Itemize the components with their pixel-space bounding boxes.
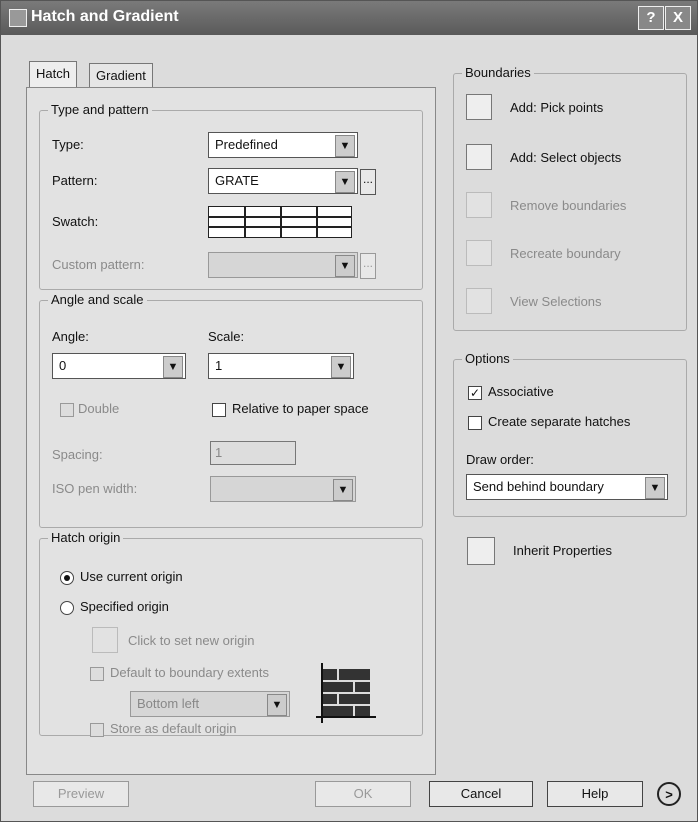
- pattern-dropdown[interactable]: GRATE ▼: [208, 168, 358, 194]
- custom-pattern-browse-button[interactable]: ...: [360, 253, 376, 279]
- boundaries-group: Boundaries Add: Pick points Add: Select …: [453, 65, 687, 331]
- inherit-properties-label[interactable]: Inherit Properties: [513, 543, 612, 558]
- hatch-tab-panel: Type and pattern Type: Predefined ▼ Patt…: [26, 87, 436, 775]
- specified-origin-radio[interactable]: [60, 601, 74, 615]
- associative-label: Associative: [488, 384, 554, 399]
- default-extents-checkbox[interactable]: [90, 667, 104, 681]
- chevron-down-icon: ▼: [163, 356, 183, 378]
- store-default-label: Store as default origin: [110, 721, 237, 736]
- recreate-boundary-label[interactable]: Recreate boundary: [510, 246, 621, 261]
- origin-preview-icon: [316, 663, 376, 723]
- more-options-icon[interactable]: >: [657, 782, 681, 806]
- associative-checkbox[interactable]: ✓: [468, 386, 482, 400]
- draw-order-label: Draw order:: [466, 452, 534, 467]
- draw-order-dropdown[interactable]: Send behind boundary ▼: [466, 474, 668, 500]
- tab-gradient[interactable]: Gradient: [89, 63, 153, 88]
- help-title-button[interactable]: ?: [638, 6, 664, 30]
- chevron-down-icon: ▼: [335, 135, 355, 157]
- angle-scale-group: Angle and scale Angle: 0 ▼ Scale: 1 ▼ Do…: [39, 292, 423, 528]
- spacing-input[interactable]: 1: [210, 441, 296, 465]
- scale-dropdown[interactable]: 1 ▼: [208, 353, 354, 379]
- iso-pen-dropdown[interactable]: ▼: [210, 476, 356, 502]
- grate-pattern-icon: [209, 207, 351, 237]
- swatch-label: Swatch:: [52, 214, 99, 229]
- cancel-button[interactable]: Cancel: [429, 781, 533, 807]
- hatch-origin-title: Hatch origin: [48, 530, 124, 545]
- pattern-value: GRATE: [215, 173, 259, 188]
- inherit-properties-icon[interactable]: [467, 537, 495, 565]
- click-set-origin-label: Click to set new origin: [128, 633, 255, 648]
- chevron-down-icon: ▼: [267, 694, 287, 716]
- angle-dropdown[interactable]: 0 ▼: [52, 353, 186, 379]
- relative-paper-checkbox[interactable]: [212, 403, 226, 417]
- separate-hatches-checkbox[interactable]: [468, 416, 482, 430]
- relative-paper-label: Relative to paper space: [232, 401, 369, 416]
- store-default-checkbox[interactable]: [90, 723, 104, 737]
- options-group: Options ✓ Associative Create separate ha…: [453, 351, 687, 517]
- type-pattern-group: Type and pattern Type: Predefined ▼ Patt…: [39, 102, 423, 290]
- type-pattern-title: Type and pattern: [48, 102, 152, 117]
- pattern-browse-button[interactable]: ...: [360, 169, 376, 195]
- scale-value: 1: [215, 358, 223, 373]
- double-checkbox[interactable]: [60, 403, 74, 417]
- title-bar: Hatch and Gradient ? X: [1, 1, 697, 35]
- add-select-objects-label[interactable]: Add: Select objects: [510, 150, 621, 165]
- custom-pattern-label: Custom pattern:: [52, 257, 145, 272]
- ok-button[interactable]: OK: [315, 781, 411, 807]
- options-title: Options: [462, 351, 513, 366]
- type-value: Predefined: [215, 137, 278, 152]
- close-button[interactable]: X: [665, 6, 691, 30]
- custom-pattern-dropdown[interactable]: ▼: [208, 252, 358, 278]
- origin-position-value: Bottom left: [137, 696, 200, 711]
- specified-origin-label: Specified origin: [80, 599, 169, 614]
- view-selections-label[interactable]: View Selections: [510, 294, 602, 309]
- app-icon: [9, 9, 27, 27]
- type-label: Type:: [52, 137, 84, 152]
- view-selections-icon[interactable]: [466, 288, 492, 314]
- separate-hatches-label: Create separate hatches: [488, 414, 631, 429]
- add-pick-points-label[interactable]: Add: Pick points: [510, 100, 603, 115]
- swatch-preview[interactable]: [208, 206, 352, 238]
- select-objects-icon[interactable]: [466, 144, 492, 170]
- boundaries-title: Boundaries: [462, 65, 534, 80]
- use-current-origin-label: Use current origin: [80, 569, 183, 584]
- spacing-label: Spacing:: [52, 447, 103, 462]
- angle-label: Angle:: [52, 329, 89, 344]
- tab-hatch[interactable]: Hatch: [29, 61, 77, 88]
- chevron-down-icon: ▼: [335, 255, 355, 277]
- hatch-gradient-dialog: Hatch and Gradient ? X Hatch Gradient Ty…: [0, 0, 698, 822]
- spacing-value: 1: [215, 445, 223, 460]
- origin-position-dropdown[interactable]: Bottom left ▼: [130, 691, 290, 717]
- remove-boundaries-label[interactable]: Remove boundaries: [510, 198, 626, 213]
- draw-order-value: Send behind boundary: [473, 479, 604, 494]
- scale-label: Scale:: [208, 329, 245, 344]
- double-label: Double: [78, 401, 120, 416]
- help-button[interactable]: Help: [547, 781, 643, 807]
- preview-button[interactable]: Preview: [33, 781, 129, 807]
- hatch-origin-group: Hatch origin Use current origin Specifie…: [39, 530, 423, 737]
- angle-value: 0: [59, 358, 67, 373]
- remove-boundaries-icon[interactable]: [466, 192, 492, 218]
- angle-scale-title: Angle and scale: [48, 292, 147, 307]
- default-extents-label: Default to boundary extents: [110, 665, 269, 680]
- chevron-down-icon: ▼: [331, 356, 351, 378]
- set-origin-icon[interactable]: [92, 627, 118, 653]
- use-current-origin-radio[interactable]: [60, 571, 74, 585]
- pick-points-icon[interactable]: [466, 94, 492, 120]
- chevron-down-icon: ▼: [645, 477, 665, 499]
- dialog-title: Hatch and Gradient: [31, 8, 179, 25]
- recreate-boundary-icon[interactable]: [466, 240, 492, 266]
- pattern-label: Pattern:: [52, 173, 98, 188]
- chevron-down-icon: ▼: [333, 479, 353, 501]
- chevron-down-icon: ▼: [335, 171, 355, 193]
- iso-pen-label: ISO pen width:: [52, 481, 138, 496]
- type-dropdown[interactable]: Predefined ▼: [208, 132, 358, 158]
